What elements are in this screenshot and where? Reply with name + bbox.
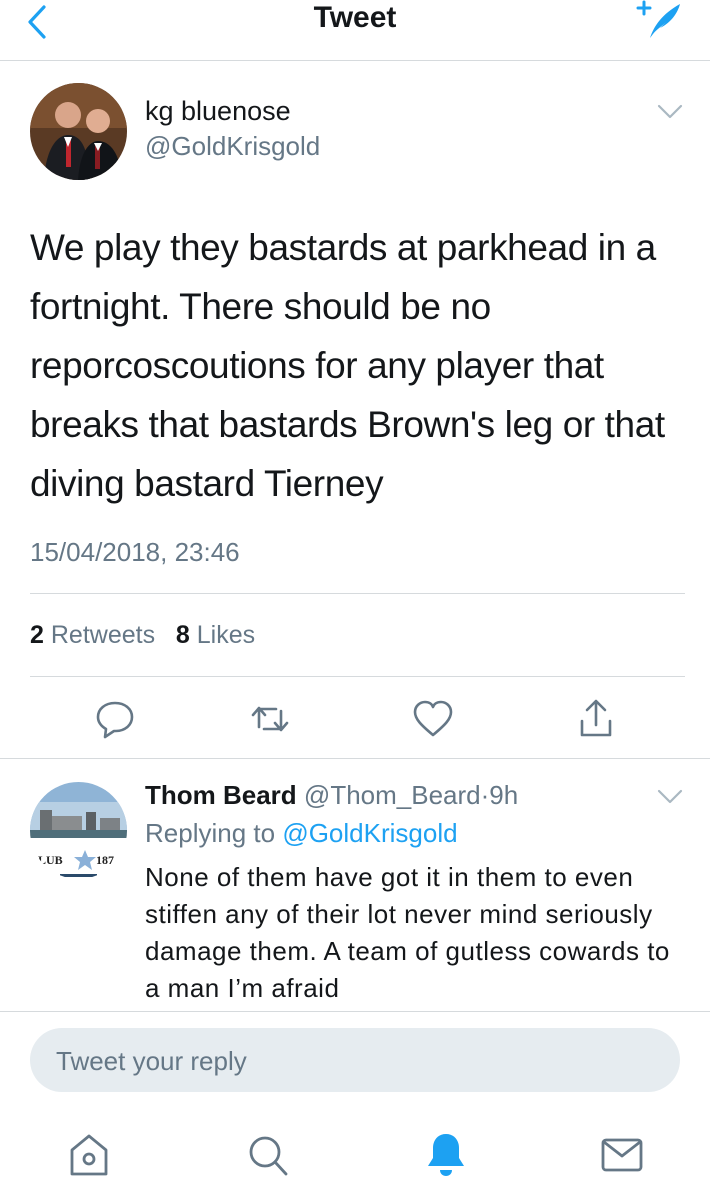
like-count-link[interactable]: 8 Likes [176, 621, 255, 649]
chevron-down-icon[interactable] [657, 788, 683, 806]
avatar-number: 187 [96, 853, 114, 867]
messages-icon[interactable] [600, 1130, 644, 1180]
reply-author-name[interactable]: Thom Beard [145, 780, 297, 810]
reply-author-handle[interactable]: @Thom_Beard [304, 780, 481, 810]
avatar-text: LUB [38, 853, 63, 867]
search-icon[interactable] [246, 1130, 290, 1180]
compose-tweet-icon[interactable] [636, 0, 686, 42]
divider [30, 593, 685, 594]
replying-to: Replying to @GoldKrisgold [145, 816, 458, 850]
avatar[interactable] [30, 83, 127, 180]
reply-text: None of them have got it in them to even… [145, 862, 670, 1003]
notifications-icon[interactable] [424, 1130, 468, 1180]
like-label: Likes [196, 621, 256, 649]
reply-input-placeholder: Tweet your reply [56, 1046, 247, 1076]
divider [0, 1011, 710, 1012]
reply-icon[interactable] [93, 697, 137, 741]
reply-header: Thom Beard @Thom_Beard·9h [145, 778, 518, 812]
tweet-author-handle[interactable]: @GoldKrisgold [145, 131, 320, 161]
chevron-down-icon[interactable] [657, 103, 683, 121]
tweet-author-name[interactable]: kg bluenose [145, 95, 291, 127]
divider [30, 676, 685, 677]
retweet-icon[interactable] [248, 697, 292, 741]
reply-avatar[interactable]: LUB 187 [30, 782, 127, 879]
replying-to-label: Replying to [145, 818, 276, 848]
tweet-stats: 2 Retweets 8 Likes [30, 619, 255, 651]
like-icon[interactable] [411, 697, 455, 741]
replying-to-link[interactable]: @GoldKrisgold [282, 818, 457, 848]
share-icon[interactable] [574, 697, 618, 741]
tweet-timestamp: 15/04/2018, 23:46 [30, 537, 240, 567]
reply-age: 9h [489, 780, 519, 810]
separator-dot: · [480, 780, 490, 810]
home-icon[interactable] [67, 1130, 111, 1180]
divider [0, 758, 710, 759]
like-count: 8 [175, 621, 190, 649]
tweet-text: We play they bastards at parkhead in a f… [30, 227, 665, 504]
page-title: Tweet [313, 1, 397, 34]
retweet-count-link[interactable]: 2 Retweets [30, 621, 155, 649]
retweet-label: Retweets [50, 621, 156, 649]
retweet-count: 2 [30, 621, 44, 649]
